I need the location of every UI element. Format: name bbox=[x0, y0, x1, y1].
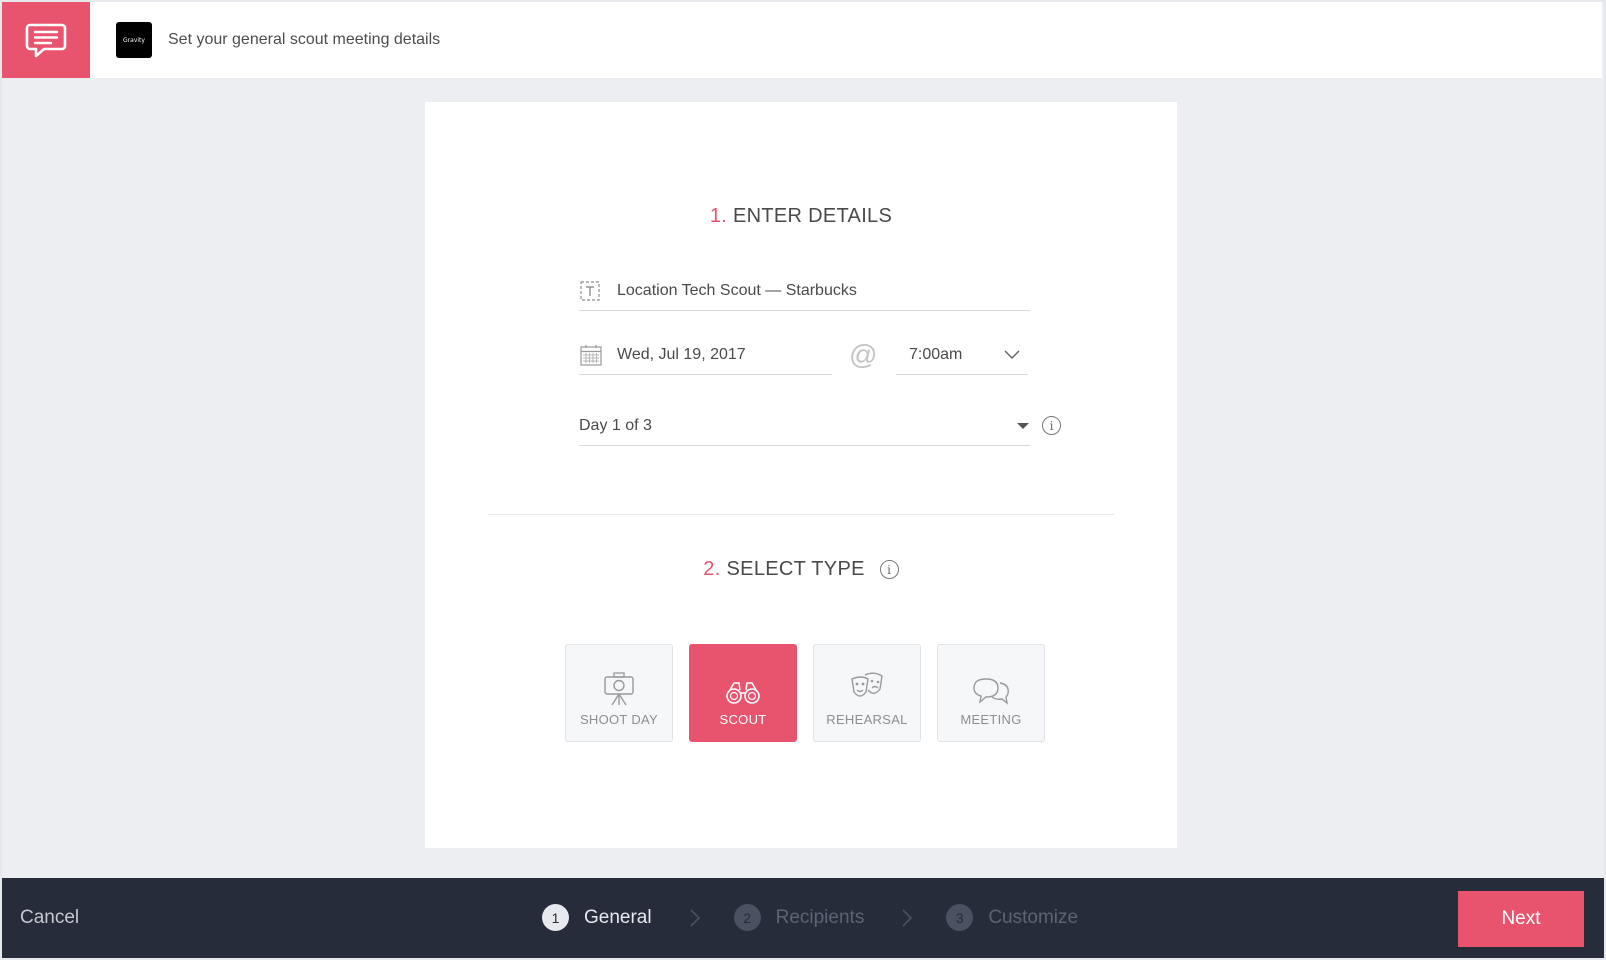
step-label: General bbox=[584, 906, 652, 928]
title-field[interactable]: Location Tech Scout — Starbucks bbox=[579, 272, 1030, 311]
chevron-right-icon bbox=[690, 908, 700, 927]
step-indicator: 1 General 2 Recipients 3 Customize bbox=[542, 904, 1078, 931]
day-select[interactable]: Day 1 of 3 bbox=[579, 406, 1030, 446]
type-info-icon[interactable]: i bbox=[879, 560, 899, 579]
details-card: 1. ENTER DETAILS Location Tech Scout — S… bbox=[425, 102, 1177, 848]
type-label: MEETING bbox=[960, 712, 1022, 727]
time-select[interactable]: 7:00am bbox=[896, 336, 1028, 375]
theater-masks-icon bbox=[851, 672, 883, 697]
section-title: SELECT TYPE bbox=[726, 558, 865, 580]
brand-badge-label: Gravity bbox=[123, 36, 145, 44]
select-type-heading: 2. SELECT TYPE i bbox=[425, 558, 1177, 581]
brand-badge: Gravity bbox=[116, 22, 152, 58]
section-number: 2. bbox=[703, 558, 721, 580]
camera-tripod-icon bbox=[604, 672, 634, 706]
app-frame: Gravity Set your general scout meeting d… bbox=[2, 2, 1604, 958]
header: Gravity Set your general scout meeting d… bbox=[2, 2, 1602, 78]
at-symbol: @ bbox=[849, 339, 878, 370]
date-field[interactable]: Wed, Jul 19, 2017 bbox=[579, 336, 832, 375]
section-number: 1. bbox=[709, 205, 728, 227]
step-label: Customize bbox=[988, 906, 1079, 928]
type-info-glyph: i bbox=[887, 562, 892, 577]
day-info-glyph: i bbox=[1049, 418, 1054, 433]
step-number: 1 bbox=[542, 904, 569, 931]
type-option-scout[interactable]: SCOUT bbox=[689, 644, 797, 742]
type-option-shoot-day[interactable]: SHOOT DAY bbox=[565, 644, 673, 742]
step-number: 3 bbox=[946, 904, 974, 931]
step-label: Recipients bbox=[775, 906, 865, 928]
chevron-down-icon bbox=[1004, 350, 1020, 360]
section-title: ENTER DETAILS bbox=[733, 205, 893, 227]
type-option-rehearsal[interactable]: REHEARSAL bbox=[813, 644, 921, 742]
enter-details-heading: 1. ENTER DETAILS bbox=[425, 205, 1177, 228]
caret-down-icon bbox=[1017, 422, 1029, 429]
type-option-meeting[interactable]: MEETING bbox=[937, 644, 1045, 742]
step-number: 2 bbox=[733, 904, 761, 931]
step-customize[interactable]: 3 Customize bbox=[946, 904, 1078, 931]
footer-bar: Cancel 1 General 2 Recipients 3 Customiz… bbox=[2, 878, 1604, 958]
step-general[interactable]: 1 General bbox=[542, 904, 652, 931]
text-field-icon bbox=[580, 281, 600, 301]
cancel-button[interactable]: Cancel bbox=[20, 907, 79, 929]
type-options: SHOOT DAY SCOUT REHEARSAL MEETING bbox=[565, 644, 1045, 742]
title-value: Location Tech Scout — Starbucks bbox=[617, 282, 857, 299]
section-divider bbox=[488, 514, 1114, 515]
type-label: REHEARSAL bbox=[826, 712, 908, 727]
chat-bubbles-icon bbox=[973, 678, 1009, 705]
app-logo[interactable] bbox=[2, 2, 90, 78]
time-value: 7:00am bbox=[909, 346, 963, 363]
date-value: Wed, Jul 19, 2017 bbox=[617, 346, 746, 363]
calendar-icon bbox=[580, 345, 602, 366]
step-recipients[interactable]: 2 Recipients bbox=[733, 904, 865, 931]
type-label: SCOUT bbox=[719, 712, 767, 727]
binoculars-icon bbox=[726, 682, 760, 704]
day-info-icon[interactable]: i bbox=[1042, 416, 1061, 435]
type-label: SHOOT DAY bbox=[579, 712, 659, 727]
next-button[interactable]: Next bbox=[1458, 891, 1584, 947]
chat-logo-icon bbox=[25, 23, 67, 58]
page-title: Set your general scout meeting details bbox=[168, 31, 441, 48]
day-value: Day 1 of 3 bbox=[579, 416, 652, 434]
chevron-right-icon bbox=[902, 908, 913, 927]
